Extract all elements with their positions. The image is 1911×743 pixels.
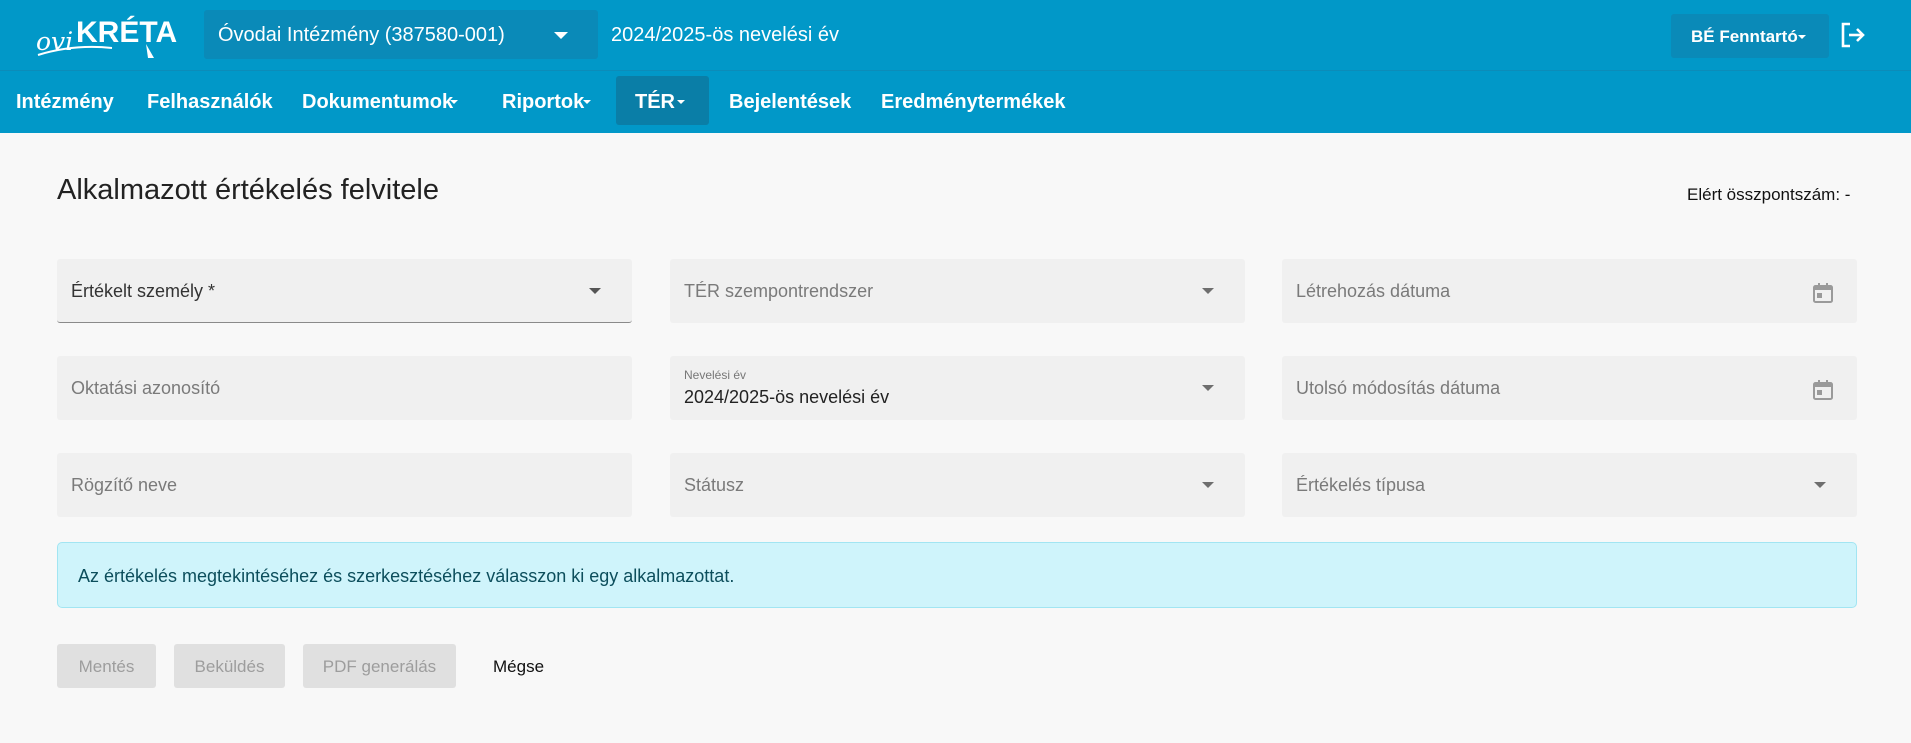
main-nav: Intézmény Felhasználók Dokumentumok Ripo… bbox=[0, 70, 1911, 133]
nav-item-ter[interactable]: TÉR bbox=[635, 71, 695, 133]
chevron-down-icon bbox=[589, 288, 601, 294]
submit-button[interactable]: Beküldés bbox=[174, 644, 285, 688]
nav-item-label: Dokumentumok bbox=[302, 91, 454, 113]
chevron-down-icon bbox=[677, 100, 685, 104]
status-placeholder: Státusz bbox=[684, 475, 745, 495]
svg-text:KRÉTA: KRÉTA bbox=[76, 15, 177, 49]
pdf-generate-button-label: PDF generálás bbox=[322, 657, 437, 676]
cancel-button[interactable]: Mégse bbox=[493, 657, 544, 677]
ter-system-placeholder: TÉR szempontrendszer bbox=[684, 281, 874, 301]
nav-item-intezmeny[interactable]: Intézmény bbox=[16, 71, 116, 133]
calendar-icon[interactable] bbox=[1812, 282, 1834, 304]
school-year-select[interactable]: Nevelési év 2024/2025-ös nevelési év bbox=[670, 356, 1245, 420]
logo-graphic: ovi KRÉTA bbox=[36, 15, 177, 58]
school-year-field-value: 2024/2025-ös nevelési év bbox=[684, 387, 890, 407]
nav-item-label: Bejelentések bbox=[729, 91, 852, 113]
recorder-name-placeholder: Rögzítő neve bbox=[71, 475, 178, 495]
chevron-down-icon bbox=[583, 100, 591, 104]
save-button-label: Mentés bbox=[78, 657, 135, 676]
user-name: BÉ Fenntartó bbox=[1691, 27, 1798, 46]
education-id-placeholder: Oktatási azonosító bbox=[71, 378, 221, 398]
page-title: Alkalmazott értékelés felvitele bbox=[57, 174, 439, 206]
calendar-icon[interactable] bbox=[1812, 379, 1834, 401]
chevron-down-icon bbox=[1814, 482, 1826, 488]
top-bar: ovi KRÉTA Óvodai Intézmény (387580-001) … bbox=[0, 0, 1911, 70]
nav-item-riportok[interactable]: Riportok bbox=[502, 71, 597, 133]
chevron-down-icon bbox=[1202, 288, 1214, 294]
logout-icon[interactable] bbox=[1840, 22, 1866, 48]
nav-item-label: Riportok bbox=[502, 91, 585, 113]
chevron-down-icon bbox=[554, 32, 568, 39]
chevron-down-icon bbox=[450, 100, 458, 104]
pdf-generate-button[interactable]: PDF generálás bbox=[303, 644, 456, 688]
institution-select-value: Óvodai Intézmény (387580-001) bbox=[218, 24, 505, 46]
created-date-field[interactable]: Létrehozás dátuma bbox=[1282, 259, 1857, 323]
evaluation-type-placeholder: Értékelés típusa bbox=[1296, 475, 1426, 495]
evaluation-type-select[interactable]: Értékelés típusa bbox=[1282, 453, 1857, 517]
nav-item-label: Intézmény bbox=[16, 91, 114, 113]
ter-system-select[interactable]: TÉR szempontrendszer bbox=[670, 259, 1245, 323]
nav-item-bejelentesek[interactable]: Bejelentések bbox=[729, 71, 854, 133]
total-score-label: Elért összpontszám: - bbox=[1687, 185, 1851, 204]
nav-item-label: Eredménytermékek bbox=[881, 91, 1066, 113]
nav-item-label: TÉR bbox=[635, 91, 675, 113]
nav-item-felhasznalok[interactable]: Felhasználók bbox=[147, 71, 273, 133]
modified-date-field[interactable]: Utolsó módosítás dátuma bbox=[1282, 356, 1857, 420]
chevron-down-icon bbox=[1798, 35, 1806, 39]
recorder-name-field[interactable]: Rögzítő neve bbox=[57, 453, 632, 517]
school-year-field-label: Nevelési év bbox=[684, 368, 747, 382]
status-select[interactable]: Státusz bbox=[670, 453, 1245, 517]
institution-select[interactable]: Óvodai Intézmény (387580-001) bbox=[204, 10, 598, 59]
user-menu-button[interactable]: BÉ Fenntartó bbox=[1671, 14, 1829, 58]
info-alert: Az értékelés megtekintéséhez és szerkesz… bbox=[57, 542, 1857, 608]
nav-item-label: Felhasználók bbox=[147, 91, 273, 113]
evaluated-person-placeholder: Értékelt személy * bbox=[71, 281, 216, 301]
education-id-field[interactable]: Oktatási azonosító bbox=[57, 356, 632, 420]
submit-button-label: Beküldés bbox=[194, 657, 265, 676]
created-date-placeholder: Létrehozás dátuma bbox=[1296, 281, 1451, 301]
nav-item-eredmenytermekek[interactable]: Eredménytermékek bbox=[881, 71, 1066, 133]
chevron-down-icon bbox=[1202, 482, 1214, 488]
app-logo[interactable]: ovi KRÉTA bbox=[34, 8, 190, 62]
modified-date-placeholder: Utolsó módosítás dátuma bbox=[1296, 378, 1501, 398]
school-year-label: 2024/2025-ös nevelési év bbox=[611, 24, 839, 46]
chevron-down-icon bbox=[1202, 385, 1214, 391]
save-button[interactable]: Mentés bbox=[57, 644, 156, 688]
info-alert-text: Az értékelés megtekintéséhez és szerkesz… bbox=[78, 566, 735, 586]
nav-item-dokumentumok[interactable]: Dokumentumok bbox=[302, 71, 462, 133]
evaluated-person-select[interactable]: Értékelt személy * bbox=[57, 259, 632, 323]
